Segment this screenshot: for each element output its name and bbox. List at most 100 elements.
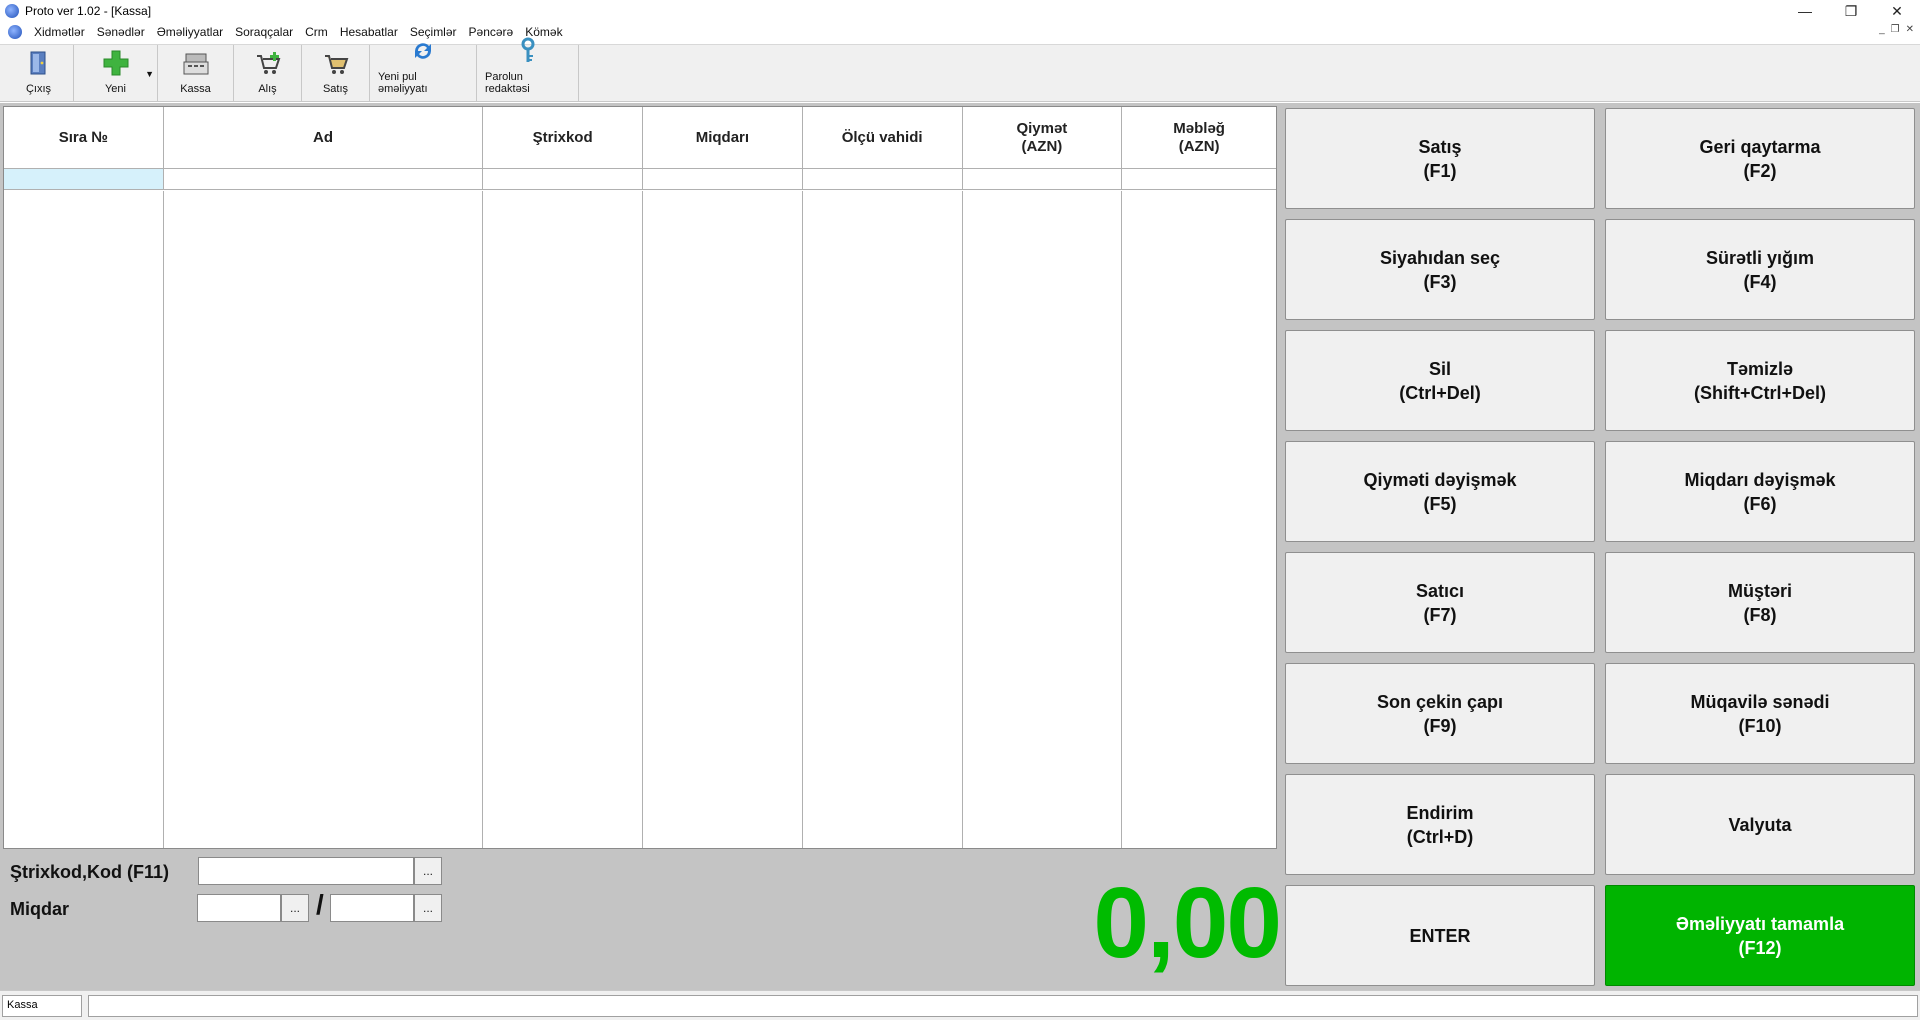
button-shortcut: (F4) bbox=[1743, 271, 1777, 292]
key-icon bbox=[514, 37, 542, 65]
kassa-button[interactable]: Kassa bbox=[158, 45, 234, 101]
purchase-button[interactable]: Alış bbox=[234, 45, 302, 101]
delete-button[interactable]: Sil (Ctrl+Del) bbox=[1285, 330, 1595, 431]
contract-document-f10-button[interactable]: Müqavilə sənədi (F10) bbox=[1605, 663, 1915, 764]
change-quantity-f6-button[interactable]: Miqdarı dəyişmək (F6) bbox=[1605, 441, 1915, 542]
enter-button[interactable]: ENTER bbox=[1285, 885, 1595, 986]
column-header-unit[interactable]: Ölçü vahidi bbox=[803, 107, 963, 168]
new-button[interactable]: Yeni ▼ bbox=[74, 45, 158, 101]
button-shortcut: (F12) bbox=[1738, 937, 1782, 958]
exit-button[interactable]: Çıxış bbox=[4, 45, 74, 101]
table-row[interactable] bbox=[4, 169, 1276, 190]
menu-emeliyyatlar[interactable]: Əməliyyatlar bbox=[151, 25, 229, 39]
seller-f7-button[interactable]: Satıcı (F7) bbox=[1285, 552, 1595, 653]
clear-button[interactable]: Təmizlə (Shift+Ctrl+Del) bbox=[1605, 330, 1915, 431]
column-header-amount[interactable]: Məbləğ (AZN) bbox=[1122, 107, 1276, 168]
button-title: Son çekin çapı bbox=[1376, 691, 1504, 712]
new-dropdown-icon[interactable]: ▼ bbox=[145, 69, 154, 79]
grid-column-line bbox=[483, 191, 643, 848]
column-header-price[interactable]: Qiymət (AZN) bbox=[963, 107, 1123, 168]
grid-column-line bbox=[164, 191, 484, 848]
table-cell[interactable] bbox=[4, 169, 164, 189]
quantity-divisor-input[interactable] bbox=[330, 894, 414, 922]
grid-column-line bbox=[803, 191, 963, 848]
customer-f8-button[interactable]: Müştəri (F8) bbox=[1605, 552, 1915, 653]
exit-label: Çıxış bbox=[25, 83, 52, 95]
table-cell[interactable] bbox=[483, 169, 643, 189]
mdi-restore-button[interactable]: ❐ bbox=[1891, 24, 1900, 35]
print-last-receipt-f9-button[interactable]: Son çekin çapı (F9) bbox=[1285, 663, 1595, 764]
discount-button[interactable]: Endirim (Ctrl+D) bbox=[1285, 774, 1595, 875]
barcode-browse-button[interactable]: ... bbox=[414, 857, 442, 885]
table-cell[interactable] bbox=[803, 169, 963, 189]
close-button[interactable]: ✕ bbox=[1874, 0, 1920, 22]
menu-hesabatlar[interactable]: Hesabatlar bbox=[334, 25, 404, 39]
button-shortcut: (F8) bbox=[1743, 604, 1777, 625]
minimize-button[interactable]: — bbox=[1782, 0, 1828, 22]
mdi-controls: _ ❐ ✕ bbox=[1879, 24, 1914, 35]
button-shortcut: (F7) bbox=[1423, 604, 1457, 625]
button-title: Sürətli yığım bbox=[1705, 247, 1815, 268]
menu-bar: Xidmətlər Sənədlər Əməliyyatlar Soraqçal… bbox=[0, 22, 1920, 42]
new-money-operation-button[interactable]: Yeni pul əməliyyatı bbox=[370, 43, 477, 101]
table-cell[interactable] bbox=[164, 169, 484, 189]
window-controls: — ❐ ✕ bbox=[1782, 0, 1920, 22]
grid-column-line bbox=[1122, 191, 1276, 848]
quantity-label: Miqdar bbox=[10, 899, 70, 919]
title-bar: Proto ver 1.02 - [Kassa] — ❐ ✕ bbox=[0, 0, 1920, 22]
new-label: Yeni bbox=[104, 83, 126, 95]
button-title: Valyuta bbox=[1728, 814, 1792, 835]
mdi-close-button[interactable]: ✕ bbox=[1906, 24, 1914, 35]
button-title: Miqdarı dəyişmək bbox=[1684, 469, 1836, 490]
button-shortcut: (Shift+Ctrl+Del) bbox=[1693, 382, 1826, 403]
table-cell[interactable] bbox=[1122, 169, 1276, 189]
barcode-input[interactable] bbox=[198, 857, 414, 885]
quantity-divisor-browse-button[interactable]: ... bbox=[414, 894, 442, 922]
mdi-minimize-button[interactable]: _ bbox=[1879, 24, 1885, 35]
button-title: ENTER bbox=[1409, 925, 1471, 946]
grid-column-line bbox=[963, 191, 1123, 848]
menu-soraqcalar[interactable]: Soraqçalar bbox=[229, 25, 299, 39]
return-f2-button[interactable]: Geri qaytarma (F2) bbox=[1605, 108, 1915, 209]
button-title: Geri qaytarma bbox=[1699, 136, 1821, 157]
button-shortcut: (F9) bbox=[1423, 715, 1457, 736]
grid-column-line bbox=[4, 191, 164, 848]
quick-collect-f4-button[interactable]: Sürətli yığım (F4) bbox=[1605, 219, 1915, 320]
menu-xidmetler[interactable]: Xidmətlər bbox=[28, 25, 91, 39]
button-title: Əməliyyatı tamamla bbox=[1675, 913, 1845, 934]
toolbar: Çıxış Yeni ▼ Kassa Alış Satış Yeni pul ə… bbox=[0, 37, 1920, 102]
button-title: Qiyməti dəyişmək bbox=[1363, 469, 1517, 490]
column-header-quantity[interactable]: Miqdarı bbox=[643, 107, 803, 168]
menu-senedler[interactable]: Sənədlər bbox=[91, 25, 151, 39]
password-edit-button[interactable]: Parolun redaktəsi bbox=[477, 37, 579, 101]
button-title: Təmizlə bbox=[1726, 358, 1794, 379]
table-cell[interactable] bbox=[963, 169, 1123, 189]
items-grid[interactable]: Sıra № Ad Ştrixkod Miqdarı Ölçü vahidi Q… bbox=[3, 106, 1277, 849]
select-from-list-f3-button[interactable]: Siyahıdan seç (F3) bbox=[1285, 219, 1595, 320]
new-money-operation-label: Yeni pul əməliyyatı bbox=[378, 71, 428, 95]
mdi-app-icon[interactable] bbox=[8, 25, 22, 39]
grid-column-line bbox=[643, 191, 803, 848]
grid-header: Sıra № Ad Ştrixkod Miqdarı Ölçü vahidi Q… bbox=[4, 107, 1276, 169]
column-header-barcode[interactable]: Ştrixkod bbox=[483, 107, 643, 168]
change-price-f5-button[interactable]: Qiyməti dəyişmək (F5) bbox=[1285, 441, 1595, 542]
column-header-name[interactable]: Ad bbox=[164, 107, 484, 168]
quantity-browse-button[interactable]: ... bbox=[281, 894, 309, 922]
sale-button[interactable]: Satış bbox=[302, 45, 370, 101]
currency-button[interactable]: Valyuta bbox=[1605, 774, 1915, 875]
pos-main-area: Sıra № Ad Ştrixkod Miqdarı Ölçü vahidi Q… bbox=[0, 103, 1920, 990]
quantity-input[interactable] bbox=[197, 894, 281, 922]
menu-pencere[interactable]: Pəncərə bbox=[463, 25, 520, 39]
maximize-button[interactable]: ❐ bbox=[1828, 0, 1874, 22]
window-title: Proto ver 1.02 - [Kassa] bbox=[25, 4, 152, 18]
button-title: Satıcı bbox=[1415, 580, 1465, 601]
cash-register-icon bbox=[182, 49, 210, 77]
complete-operation-f12-button[interactable]: Əməliyyatı tamamla (F12) bbox=[1605, 885, 1915, 986]
column-header-order[interactable]: Sıra № bbox=[4, 107, 164, 168]
menu-crm[interactable]: Crm bbox=[299, 25, 334, 39]
button-shortcut: (F10) bbox=[1738, 715, 1782, 736]
app-icon bbox=[5, 4, 19, 18]
sale-f1-button[interactable]: Satış (F1) bbox=[1285, 108, 1595, 209]
table-cell[interactable] bbox=[643, 169, 803, 189]
button-shortcut: (F6) bbox=[1743, 493, 1777, 514]
